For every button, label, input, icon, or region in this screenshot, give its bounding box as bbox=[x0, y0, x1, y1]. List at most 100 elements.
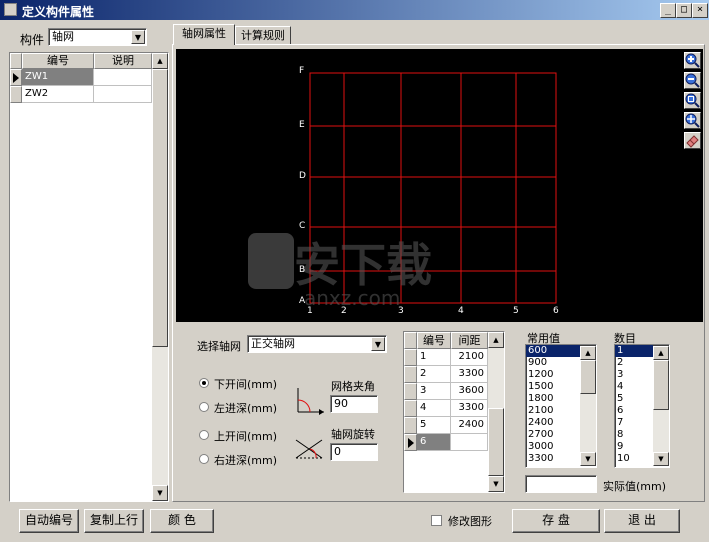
spacing-row-gap[interactable]: 3300 bbox=[451, 400, 488, 417]
axis-label-x: 6 bbox=[553, 306, 559, 316]
list-item[interactable]: 600 bbox=[526, 345, 580, 357]
modify-shape-label[interactable]: 修改图形 bbox=[448, 513, 492, 529]
radio-left-depth[interactable] bbox=[199, 402, 209, 412]
table-row-desc[interactable] bbox=[94, 86, 152, 103]
actual-value-input[interactable] bbox=[525, 475, 597, 493]
radio-top-bay[interactable] bbox=[199, 430, 209, 440]
count-list[interactable]: 1 2 3 4 5 6 7 8 9 10 ▲ ▼ bbox=[614, 344, 670, 468]
axis-label-y: A bbox=[299, 296, 306, 306]
exit-button[interactable]: 退 出 bbox=[604, 509, 680, 533]
count-scrollbar[interactable]: ▲ ▼ bbox=[653, 346, 669, 466]
scroll-thumb[interactable] bbox=[580, 360, 596, 394]
axis-type-value: 正交轴网 bbox=[251, 337, 295, 350]
axis-label-y: F bbox=[299, 66, 305, 76]
table-row-desc[interactable] bbox=[94, 69, 152, 86]
close-button[interactable]: × bbox=[692, 3, 708, 18]
grid-corner bbox=[404, 332, 417, 349]
chevron-down-icon[interactable]: ▼ bbox=[131, 30, 145, 44]
minimize-button[interactable]: _ bbox=[660, 3, 676, 18]
component-select[interactable]: 轴网 ▼ bbox=[48, 28, 147, 46]
spacing-row-no[interactable]: 5 bbox=[417, 417, 451, 434]
radio-left-depth-label[interactable]: 左进深(mm) bbox=[214, 400, 277, 416]
scroll-thumb[interactable] bbox=[653, 360, 669, 410]
scroll-up-icon[interactable]: ▲ bbox=[580, 346, 596, 360]
list-item[interactable]: 1 bbox=[615, 345, 653, 357]
scroll-down-icon[interactable]: ▼ bbox=[653, 452, 669, 466]
row-indicator bbox=[404, 434, 417, 451]
zoom-window-icon[interactable] bbox=[684, 92, 701, 109]
select-axis-label: 选择轴网 bbox=[197, 340, 241, 353]
left-scrollbar[interactable]: ▲ ▼ bbox=[152, 53, 168, 501]
watermark-logo: 安下载 anxz.com bbox=[248, 233, 432, 310]
maximize-button[interactable]: □ bbox=[676, 3, 692, 18]
radio-right-depth-label[interactable]: 右进深(mm) bbox=[214, 452, 277, 468]
spacing-row-gap[interactable]: 2400 bbox=[451, 417, 488, 434]
app-icon bbox=[4, 3, 17, 16]
row-indicator bbox=[10, 69, 22, 86]
table-row[interactable]: ZW1 bbox=[22, 69, 94, 86]
zoom-out-icon[interactable] bbox=[684, 72, 701, 89]
tab-calc-rules[interactable]: 计算规则 bbox=[235, 26, 291, 45]
actual-value-label: 实际值(mm) bbox=[603, 480, 667, 493]
scroll-up-icon[interactable]: ▲ bbox=[488, 332, 504, 348]
spacing-row-no[interactable]: 2 bbox=[417, 366, 451, 383]
row-pointer-icon bbox=[407, 438, 414, 448]
scroll-down-icon[interactable]: ▼ bbox=[152, 485, 168, 501]
spacing-header-no: 编号 bbox=[417, 332, 451, 349]
spacing-scrollbar[interactable]: ▲ ▼ bbox=[488, 332, 504, 492]
svg-text:安下载: 安下载 bbox=[294, 238, 432, 292]
grid-angle-input[interactable]: 90 bbox=[330, 395, 378, 413]
axis-label-y: C bbox=[299, 221, 306, 231]
spacing-row-no[interactable]: 4 bbox=[417, 400, 451, 417]
axis-label-x: 1 bbox=[307, 306, 313, 316]
angle-icon bbox=[297, 388, 324, 415]
spacing-row-no[interactable]: 3 bbox=[417, 383, 451, 400]
window-title: 定义构件属性 bbox=[22, 5, 95, 19]
grid-canvas[interactable]: 安下载 anxz.com F E D C B A 1 2 3 4 5 6 bbox=[176, 49, 703, 322]
color-button[interactable]: 颜 色 bbox=[150, 509, 214, 533]
scroll-up-icon[interactable]: ▲ bbox=[653, 346, 669, 360]
spacing-row-gap[interactable]: 2100 bbox=[451, 349, 488, 366]
grid-header-id: 编号 bbox=[22, 53, 94, 69]
eraser-icon[interactable] bbox=[684, 132, 701, 149]
row-indicator bbox=[404, 417, 417, 434]
grid-angle-label: 网格夹角 bbox=[331, 380, 375, 393]
tab-axis-properties[interactable]: 轴网属性 bbox=[173, 24, 235, 45]
spacing-row-no[interactable]: 1 bbox=[417, 349, 451, 366]
save-button[interactable]: 存 盘 bbox=[512, 509, 600, 533]
common-values-scrollbar[interactable]: ▲ ▼ bbox=[580, 346, 596, 466]
spacing-row-gap[interactable] bbox=[451, 434, 488, 451]
radio-bottom-bay[interactable] bbox=[199, 378, 209, 388]
scroll-down-icon[interactable]: ▼ bbox=[488, 476, 504, 492]
pan-icon[interactable] bbox=[684, 112, 701, 129]
axis-label-y: E bbox=[299, 120, 305, 130]
spacing-row-gap[interactable]: 3300 bbox=[451, 366, 488, 383]
axis-label-x: 3 bbox=[398, 306, 404, 316]
spacing-table: 编号 间距 1 2100 2 3300 3 3600 4 3300 5 2400… bbox=[403, 331, 505, 493]
zoom-in-icon[interactable] bbox=[684, 52, 701, 69]
spacing-row-gap[interactable]: 3600 bbox=[451, 383, 488, 400]
grid-rotate-input[interactable]: 0 bbox=[330, 443, 378, 461]
table-row[interactable]: ZW2 bbox=[22, 86, 94, 103]
scroll-thumb[interactable] bbox=[152, 69, 168, 347]
scroll-up-icon[interactable]: ▲ bbox=[152, 53, 168, 69]
common-values-list[interactable]: 600 900 1200 1500 1800 2100 2400 2700 30… bbox=[525, 344, 597, 468]
modify-shape-checkbox[interactable] bbox=[431, 515, 442, 526]
title-bar: 定义构件属性 _ □ × bbox=[0, 0, 709, 20]
axis-label-x: 2 bbox=[341, 306, 347, 316]
chevron-down-icon[interactable]: ▼ bbox=[371, 337, 385, 351]
scroll-down-icon[interactable]: ▼ bbox=[580, 452, 596, 466]
radio-right-depth[interactable] bbox=[199, 454, 209, 464]
grid-corner bbox=[10, 53, 22, 69]
radio-bottom-bay-label[interactable]: 下开间(mm) bbox=[214, 376, 277, 392]
rotate-icon bbox=[295, 439, 324, 459]
spacing-row-no[interactable]: 6 bbox=[417, 434, 451, 451]
axis-label-x: 4 bbox=[458, 306, 464, 316]
radio-top-bay-label[interactable]: 上开间(mm) bbox=[214, 428, 277, 444]
row-indicator bbox=[404, 349, 417, 366]
copy-row-button[interactable]: 复制上行 bbox=[84, 509, 144, 533]
axis-type-select[interactable]: 正交轴网 ▼ bbox=[247, 335, 387, 353]
row-indicator bbox=[404, 400, 417, 417]
scroll-thumb[interactable] bbox=[488, 408, 504, 476]
auto-number-button[interactable]: 自动编号 bbox=[19, 509, 79, 533]
